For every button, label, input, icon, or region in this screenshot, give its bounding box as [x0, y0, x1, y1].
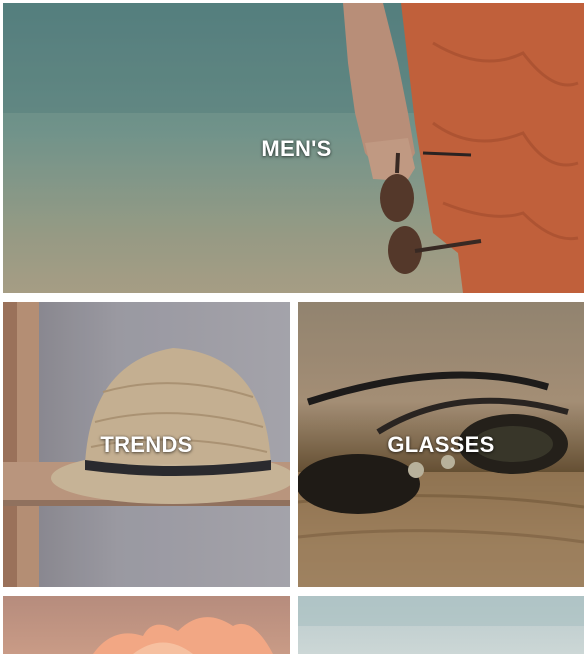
category-tile-mens[interactable]: MEN'S [3, 3, 584, 293]
category-tile-flowers[interactable] [3, 596, 290, 654]
tile-overlay [298, 302, 584, 587]
beach-photo [298, 596, 584, 626]
category-tile-beach[interactable] [298, 596, 584, 654]
tile-overlay [3, 3, 584, 293]
flowers-photo [93, 617, 273, 654]
category-tile-glasses[interactable]: GLASSES [298, 302, 584, 587]
category-tile-trends[interactable]: TRENDS [3, 302, 290, 587]
tile-overlay [3, 302, 290, 587]
category-grid: MEN'S TRENDS GLASSES [0, 0, 584, 654]
